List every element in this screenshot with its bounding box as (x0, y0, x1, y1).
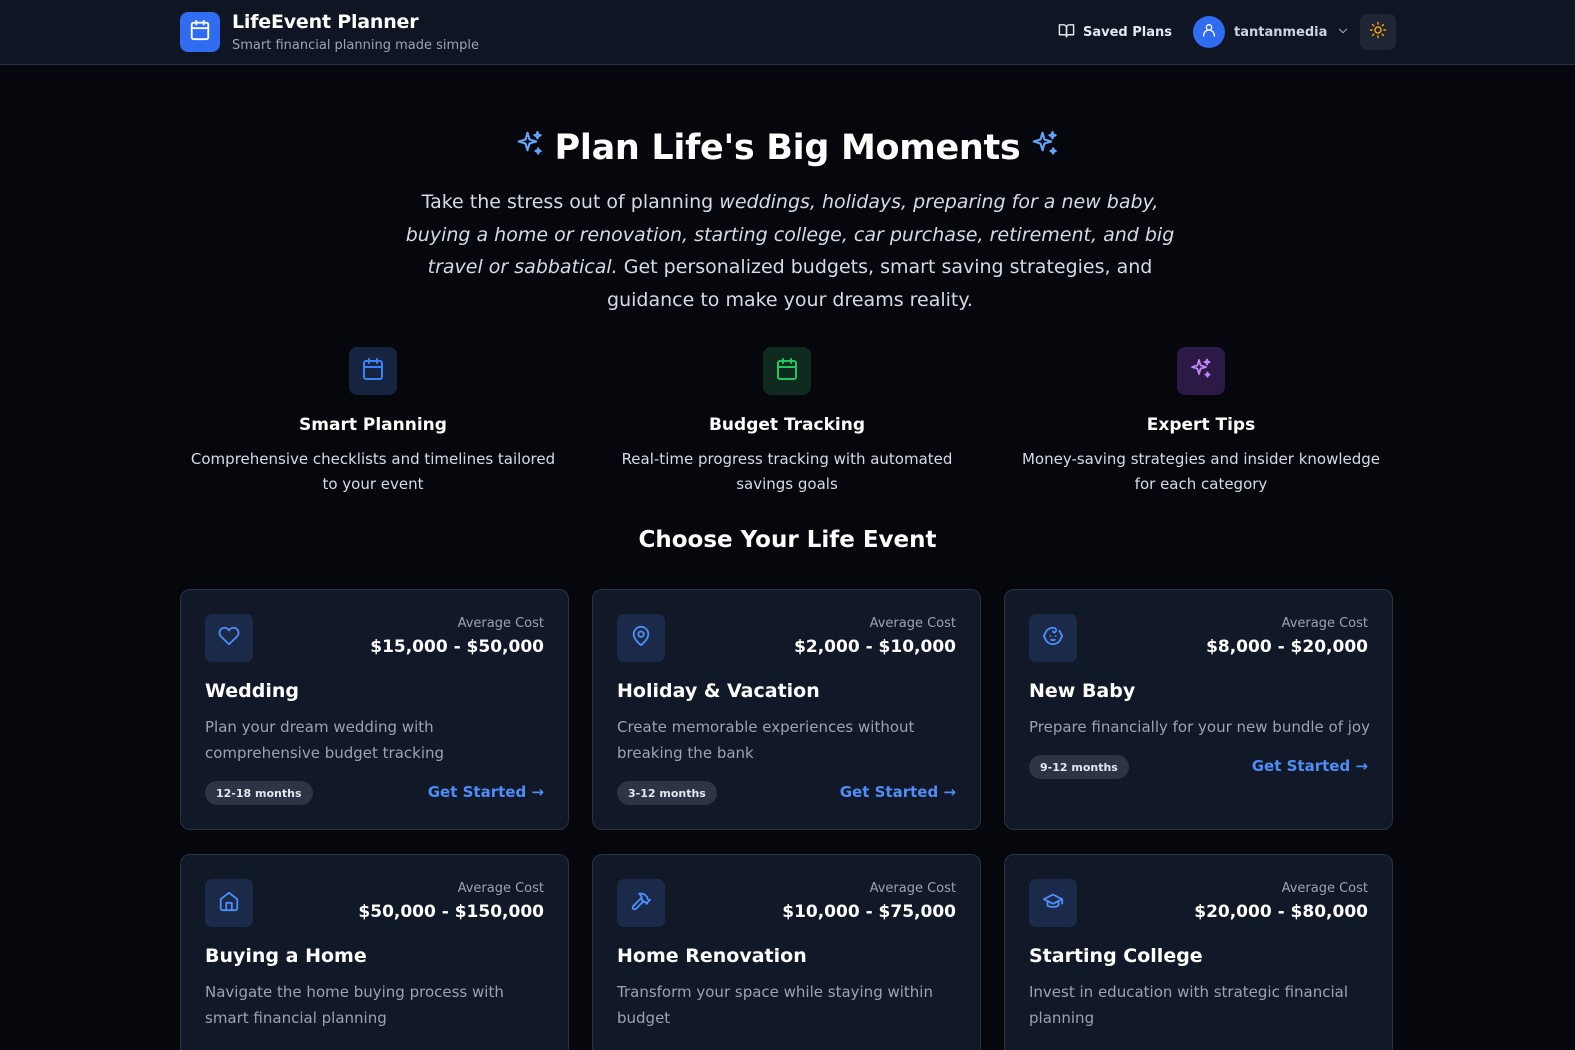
event-card-buying-home[interactable]: Average Cost $50,000 - $150,000 Buying a… (180, 854, 569, 1050)
cost-label: Average Cost (1281, 881, 1368, 896)
duration-badge: 9-12 months (1029, 755, 1129, 779)
calendar-icon (361, 357, 385, 385)
card-title: Starting College (1029, 945, 1203, 967)
card-title: New Baby (1029, 680, 1136, 702)
home-icon (218, 890, 240, 916)
username: tantanmedia (1234, 24, 1328, 40)
feature-expert-tips: Expert Tips Money-saving strategies and … (1006, 347, 1396, 496)
logo[interactable] (180, 12, 220, 52)
calendar-icon (775, 357, 799, 385)
card-desc: Prepare financially for your new bundle … (1029, 718, 1370, 736)
avatar (1193, 16, 1225, 48)
cost-value: $50,000 - $150,000 (358, 902, 544, 922)
card-title: Holiday & Vacation (617, 680, 820, 702)
saved-plans-button[interactable]: Saved Plans (1058, 22, 1172, 42)
app-subtitle: Smart financial planning made simple (232, 38, 480, 53)
feature-desc: Real-time progress tracking with automat… (621, 450, 953, 493)
saved-plans-label: Saved Plans (1083, 24, 1173, 40)
cost-label: Average Cost (457, 881, 544, 896)
event-card-starting-college[interactable]: Average Cost $20,000 - $80,000 Starting … (1004, 854, 1393, 1050)
hero-description: Take the stress out of planning weddings… (405, 191, 1175, 311)
get-started-link[interactable]: Get Started → (840, 783, 956, 801)
cost-label: Average Cost (869, 616, 956, 631)
cost-label: Average Cost (1281, 616, 1368, 631)
cost-value: $20,000 - $80,000 (1194, 902, 1368, 922)
event-card-holiday[interactable]: Average Cost $2,000 - $10,000 Holiday & … (592, 589, 981, 830)
feature-icon-box (1177, 347, 1225, 395)
hammer-icon (630, 890, 652, 916)
feature-budget-tracking: Budget Tracking Real-time progress track… (592, 347, 982, 496)
cost-value: $2,000 - $10,000 (794, 637, 956, 657)
user-icon (1201, 22, 1217, 42)
duration-badge: 12-18 months (205, 781, 313, 805)
sparkles-icon (1189, 357, 1213, 385)
feature-title: Expert Tips (1146, 415, 1256, 435)
card-desc: Navigate the home buying process with sm… (205, 983, 504, 1027)
baby-icon (1042, 625, 1064, 651)
feature-icon-box (349, 347, 397, 395)
feature-title: Budget Tracking (708, 415, 866, 435)
book-open-icon (1058, 22, 1075, 43)
hero-title-row: Plan Life's Big Moments (0, 128, 1575, 168)
map-pin-icon (630, 625, 652, 651)
card-title: Home Renovation (617, 945, 807, 967)
calendar-icon (189, 19, 211, 45)
feature-icon-box (763, 347, 811, 395)
cost-value: $15,000 - $50,000 (370, 637, 544, 657)
cost-label: Average Cost (457, 616, 544, 631)
duration-badge: 3-12 months (617, 781, 717, 805)
event-card-wedding[interactable]: Average Cost $15,000 - $50,000 Wedding P… (180, 589, 569, 830)
heart-icon (218, 625, 240, 651)
card-title: Buying a Home (205, 945, 367, 967)
card-icon-box (205, 879, 253, 927)
chevron-down-icon (1336, 23, 1350, 42)
card-desc: Create memorable experiences without bre… (617, 718, 915, 762)
app-header: LifeEvent Planner Smart financial planni… (0, 0, 1575, 65)
card-icon-box (205, 614, 253, 662)
app-title: LifeEvent Planner (232, 11, 419, 33)
feature-desc: Money-saving strategies and insider know… (1021, 450, 1381, 493)
user-menu[interactable]: tantanmedia (1193, 16, 1350, 48)
hero-title: Plan Life's Big Moments (554, 128, 1021, 168)
card-icon-box (1029, 879, 1077, 927)
graduation-cap-icon (1042, 890, 1064, 916)
cost-value: $10,000 - $75,000 (782, 902, 956, 922)
get-started-link[interactable]: Get Started → (1252, 757, 1368, 775)
event-card-home-renovation[interactable]: Average Cost $10,000 - $75,000 Home Reno… (592, 854, 981, 1050)
cost-label: Average Cost (869, 881, 956, 896)
section-title: Choose Your Life Event (638, 527, 937, 553)
sun-icon (1369, 21, 1387, 43)
theme-toggle-button[interactable] (1360, 14, 1396, 50)
card-desc: Plan your dream wedding with comprehensi… (205, 718, 445, 762)
sparkles-icon (1030, 128, 1060, 168)
card-desc: Invest in education with strategic finan… (1029, 983, 1349, 1027)
feature-smart-planning: Smart Planning Comprehensive checklists … (178, 347, 568, 496)
event-card-new-baby[interactable]: Average Cost $8,000 - $20,000 New Baby P… (1004, 589, 1393, 830)
cost-value: $8,000 - $20,000 (1206, 637, 1368, 657)
get-started-link[interactable]: Get Started → (428, 783, 544, 801)
card-title: Wedding (205, 680, 300, 702)
feature-title: Smart Planning (299, 415, 447, 435)
card-icon-box (617, 879, 665, 927)
card-icon-box (1029, 614, 1077, 662)
card-desc: Transform your space while staying withi… (617, 983, 933, 1027)
card-icon-box (617, 614, 665, 662)
feature-desc: Comprehensive checklists and timelines t… (190, 450, 556, 493)
sparkles-icon (515, 128, 545, 168)
